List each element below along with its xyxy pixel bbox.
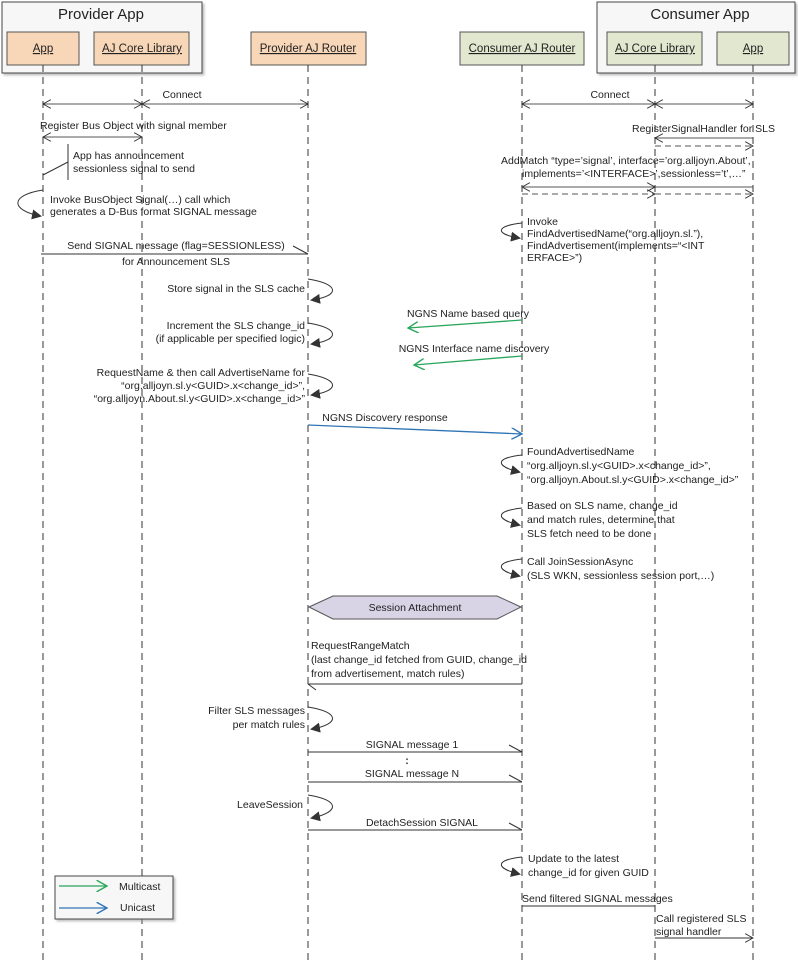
- msg-label: Increment the SLS change_id: [167, 320, 306, 332]
- msg-label: per match rules: [233, 719, 305, 731]
- msg-label: SIGNAL message 1: [366, 739, 459, 751]
- participant-label: Provider AJ Router: [260, 43, 357, 55]
- msg-label: (last change_id fetched from GUID, chang…: [311, 654, 527, 666]
- msg-invoke-find: Invoke FindAdvertisedName(“org.alljoyn.s…: [500, 216, 705, 264]
- msg-label: Based on SLS name, change_id: [527, 500, 678, 512]
- msg-label: Invoke: [527, 216, 558, 228]
- participant-provider-core[interactable]: AJ Core Library: [93, 31, 190, 66]
- msg-label: (SLS WKN, sessionless session port,…): [527, 570, 714, 582]
- participant-label: AJ Core Library: [615, 43, 695, 55]
- msg-label: from advertisement, match rules): [311, 668, 464, 680]
- msg-send-signal: Send SIGNAL message (flag=SESSIONLESS) f…: [41, 240, 309, 268]
- msg-label: Connect: [162, 89, 201, 101]
- consumer-app-title: Consumer App: [650, 6, 749, 23]
- msg-ngns-discovery-response: NGNS Discovery response: [307, 412, 522, 434]
- msg-register-bus-object: Register Bus Object with signal member: [40, 120, 227, 137]
- msg-label: Update to the latest: [528, 853, 619, 865]
- msg-signal-1: SIGNAL message 1: [308, 739, 523, 753]
- participant-consumer-app[interactable]: App: [716, 31, 790, 66]
- msg-label: NGNS Discovery response: [322, 412, 448, 424]
- participant-provider-app[interactable]: App: [6, 31, 80, 66]
- msg-label: for Announcement SLS: [122, 256, 230, 268]
- msg-signal-n: SIGNAL message N: [308, 768, 523, 783]
- participant-label: App: [743, 43, 763, 55]
- msg-increment-change-id: Increment the SLS change_id (if applicab…: [156, 320, 333, 348]
- msg-label: implements=’<INTERFACE>’,sessionless=’t’…: [522, 168, 746, 180]
- msg-label: RequestRangeMatch: [311, 640, 410, 652]
- msg-request-range-match: RequestRangeMatch (last change_id fetche…: [307, 640, 527, 691]
- legend: Multicast Unicast: [54, 875, 174, 920]
- participant-label: App: [33, 43, 53, 55]
- msg-join-session: Call JoinSessionAsync (SLS WKN, sessionl…: [500, 556, 714, 582]
- msg-label: Register Bus Object with signal member: [40, 120, 227, 132]
- msg-add-match: AddMatch “type=’signal’, interface=’org.…: [501, 155, 753, 194]
- msg-request-name: RequestName & then call AdvertiseName fo…: [94, 367, 333, 405]
- msg-ngns-name-query: NGNS Name based query: [407, 308, 530, 328]
- msg-label: change_id for given GUID: [528, 867, 649, 879]
- msg-ngns-interface-discovery: NGNS Interface name discovery: [399, 343, 550, 365]
- note-line: sessionless signal to send: [73, 163, 195, 175]
- msg-detach-session: DetachSession SIGNAL: [308, 817, 523, 831]
- msg-label: AddMatch “type=’signal’, interface=’org.…: [501, 155, 751, 167]
- msg-label: Call JoinSessionAsync: [527, 556, 633, 568]
- msg-label: Connect: [590, 89, 629, 101]
- msg-label: “org.alljoyn.About.sl.y<GUID>.x<change_i…: [94, 393, 306, 405]
- participant-label: Consumer AJ Router: [469, 43, 576, 55]
- msg-label: Invoke BusObject Signal(…) call which: [50, 194, 230, 206]
- msg-label: SIGNAL message N: [365, 768, 459, 780]
- msg-label: “org.alljoyn.sl.y<GUID>.x<change_id>”,: [121, 380, 305, 392]
- msg-filter-sls: Filter SLS messages per match rules: [208, 705, 333, 733]
- note-line: App has announcement: [73, 150, 184, 162]
- msg-label: Send filtered SIGNAL messages: [522, 893, 673, 905]
- msg-label: Call registered SLS: [656, 913, 746, 925]
- msg-label: Send SIGNAL message (flag=SESSIONLESS): [67, 240, 285, 252]
- msg-label: Store signal in the SLS cache: [167, 283, 305, 295]
- msg-label: Filter SLS messages: [208, 705, 305, 717]
- msg-label: SLS fetch need to be done: [527, 528, 652, 540]
- legend-label: Multicast: [119, 881, 161, 893]
- session-attachment: Session Attachment: [307, 595, 523, 620]
- legend-label: Unicast: [120, 902, 155, 914]
- ellipsis: :: [405, 755, 409, 767]
- participant-provider-router[interactable]: Provider AJ Router: [250, 31, 367, 66]
- msg-label: “org.alljoyn.About.sl.y<GUID>.x<change_i…: [527, 474, 739, 486]
- msg-call-handler: Call registered SLS signal handler: [655, 913, 753, 938]
- msg-found-advertised-name: FoundAdvertisedName “org.alljoyn.sl.y<GU…: [500, 446, 739, 486]
- msg-label: DetachSession SIGNAL: [366, 817, 478, 829]
- msg-send-filtered: Send filtered SIGNAL messages: [522, 893, 673, 907]
- msg-update-change-id: Update to the latest change_id for given…: [500, 853, 649, 879]
- participant-label: AJ Core Library: [102, 43, 182, 55]
- msg-label: signal handler: [656, 926, 722, 938]
- msg-label: ERFACE>”): [527, 252, 582, 264]
- msg-label: LeaveSession: [237, 799, 303, 811]
- msg-based-on-sls: Based on SLS name, change_id and match r…: [500, 500, 678, 540]
- msg-label: (if applicable per specified logic): [156, 333, 305, 345]
- msg-register-signal-handler: RegisterSignalHandler for SLS: [632, 123, 775, 146]
- msg-label: “org.alljoyn.sl.y<GUID>.x<change_id>”,: [527, 460, 711, 472]
- msg-label: RegisterSignalHandler for SLS: [632, 123, 775, 135]
- msg-connect-provider: Connect: [43, 89, 308, 104]
- sequence-diagram: Provider App Consumer App App AJ Core Li…: [1, 1, 796, 963]
- msg-label: generates a D-Bus format SIGNAL message: [50, 206, 257, 218]
- note-announcement: App has announcement sessionless signal …: [42, 144, 195, 180]
- participant-consumer-router[interactable]: Consumer AJ Router: [459, 31, 585, 66]
- msg-invoke-busobject: Invoke BusObject Signal(…) call which ge…: [17, 189, 257, 220]
- msg-label: NGNS Interface name discovery: [399, 343, 550, 355]
- msg-label: and match rules, determine that: [527, 514, 675, 526]
- msg-label: FoundAdvertisedName: [527, 446, 635, 458]
- msg-label: FindAdvertisedName(“org.alljoyn.sl.”),: [527, 228, 703, 240]
- msg-connect-consumer: Connect: [522, 89, 753, 104]
- provider-app-title: Provider App: [58, 6, 144, 23]
- msg-label: FindAdvertisement(implements=“<INT: [527, 240, 705, 252]
- msg-leave-session: LeaveSession: [237, 794, 333, 822]
- session-attachment-label: Session Attachment: [369, 602, 462, 614]
- msg-label: NGNS Name based query: [407, 308, 530, 320]
- participant-consumer-core[interactable]: AJ Core Library: [606, 31, 703, 66]
- msg-label: RequestName & then call AdvertiseName fo…: [97, 367, 306, 379]
